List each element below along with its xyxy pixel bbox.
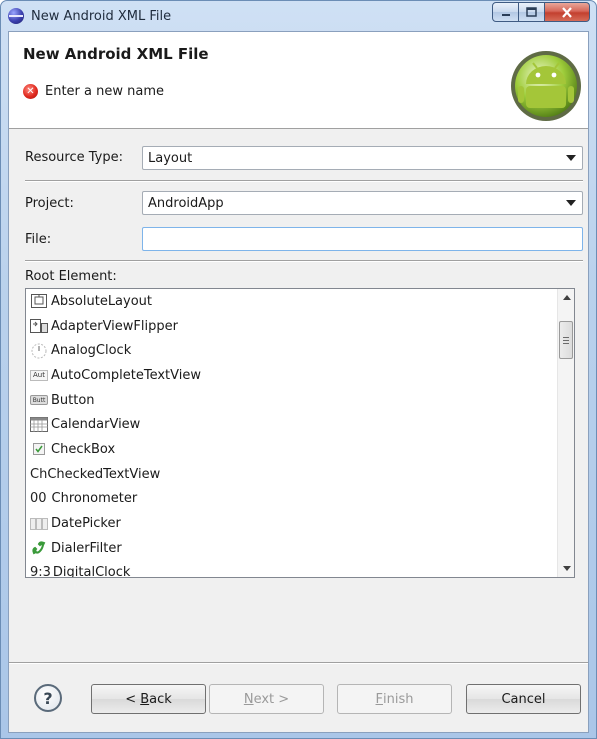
list-item[interactable]: Ch CheckedTextView [26, 462, 554, 487]
dropdown-arrow-icon [566, 155, 576, 161]
close-icon [562, 6, 572, 18]
autocomplete-icon: Aut [30, 369, 48, 381]
list-item[interactable]: DatePicker [26, 511, 554, 536]
list-item[interactable]: CheckBox [26, 437, 554, 462]
file-name-input[interactable] [142, 227, 583, 251]
separator [25, 180, 583, 182]
adapter-view-flipper-icon [30, 318, 48, 334]
resource-type-label: Resource Type: [25, 150, 123, 165]
arrow-down-icon [562, 566, 571, 571]
list-item[interactable]: 9:3 DigitalClock [26, 561, 554, 578]
chronometer-icon: 00 [30, 491, 47, 507]
root-element-row: Root Element: [25, 269, 117, 284]
calendar-icon [30, 417, 48, 433]
cancel-button[interactable]: Cancel [466, 684, 581, 714]
finish-button-suffix: inish [383, 691, 414, 707]
list-item[interactable]: CalendarView [26, 412, 554, 437]
dialog-window: New Android XML File New Android XML Fil… [0, 0, 597, 739]
project-select[interactable]: AndroidApp [142, 191, 583, 215]
file-label: File: [25, 232, 52, 247]
help-button[interactable]: ? [34, 684, 62, 712]
dropdown-arrow-icon [566, 200, 576, 206]
list-item-label: Button [51, 392, 95, 408]
file-row: File: [25, 232, 51, 247]
analog-clock-icon [30, 343, 48, 359]
banner-title: New Android XML File [23, 45, 209, 63]
next-button-suffix: ext > [253, 691, 290, 707]
phone-icon [30, 540, 48, 556]
finish-button-mnemonic: F [375, 691, 383, 707]
resource-type-value: Layout [148, 150, 193, 166]
android-logo [511, 51, 581, 121]
footer-separator [9, 662, 588, 664]
checked-text-icon: Ch [30, 466, 48, 482]
resource-type-select[interactable]: Layout [142, 146, 583, 170]
list-scrollbar[interactable] [557, 289, 574, 577]
date-picker-icon [30, 516, 48, 532]
list-item-label: AnalogClock [51, 343, 132, 359]
maximize-button[interactable] [519, 2, 545, 22]
finish-button[interactable]: Finish [337, 684, 452, 714]
list-item[interactable]: 00 Chronometer [26, 487, 554, 512]
list-item-label: DatePicker [51, 516, 121, 532]
list-item-label: AutoCompleteTextView [51, 367, 201, 383]
window-title: New Android XML File [31, 8, 172, 24]
list-item[interactable]: DialerFilter [26, 536, 554, 561]
scroll-thumb[interactable] [559, 321, 573, 359]
root-element-list[interactable]: AbsoluteLayout AdapterViewFlipper Analog… [25, 288, 575, 578]
eclipse-icon [8, 8, 24, 24]
window-controls [492, 2, 590, 22]
list-item[interactable]: Butt Button [26, 388, 554, 413]
list-item-label: AbsoluteLayout [51, 293, 153, 309]
list-item-label: DialerFilter [51, 540, 122, 556]
project-label: Project: [25, 196, 74, 211]
list-item[interactable]: AnalogClock [26, 338, 554, 363]
back-button-suffix: ack [149, 691, 172, 707]
error-icon: ✕ [23, 84, 38, 99]
next-button[interactable]: Next > [209, 684, 324, 714]
next-button-mnemonic: N [243, 691, 254, 707]
list-item-label: CheckedTextView [47, 466, 161, 482]
banner-message: ✕ Enter a new name [23, 84, 164, 99]
minimize-icon [501, 14, 510, 16]
absolute-layout-icon [30, 293, 48, 309]
close-button[interactable] [545, 2, 590, 22]
list-item-label: CheckBox [51, 441, 116, 457]
project-row: Project: [25, 196, 74, 211]
list-item[interactable]: AdapterViewFlipper [26, 314, 554, 339]
digital-clock-icon: 9:3 [30, 565, 51, 578]
list-item-label: CalendarView [51, 417, 141, 433]
list-item-label: DigitalClock [52, 565, 131, 578]
button-icon: Butt [30, 395, 48, 406]
wizard-banner: New Android XML File ✕ Enter a new name [9, 32, 588, 129]
dialog-body: New Android XML File ✕ Enter a new name [8, 31, 589, 733]
project-value: AndroidApp [148, 195, 224, 211]
resource-type-row: Resource Type: [25, 150, 123, 165]
list-item[interactable]: AbsoluteLayout [26, 289, 554, 314]
separator [25, 260, 583, 262]
scroll-down-button[interactable] [558, 560, 574, 577]
title-bar[interactable]: New Android XML File [1, 1, 596, 31]
list-item-label: AdapterViewFlipper [51, 318, 178, 334]
root-element-label: Root Element: [25, 269, 117, 284]
error-message: Enter a new name [45, 84, 164, 99]
back-button-mnemonic: B [140, 691, 150, 707]
list-item-label: Chronometer [51, 491, 138, 507]
root-element-items: AbsoluteLayout AdapterViewFlipper Analog… [26, 289, 554, 578]
scroll-up-button[interactable] [558, 289, 574, 306]
checkbox-icon [30, 441, 48, 457]
back-button[interactable]: < Back [91, 684, 206, 714]
minimize-button[interactable] [492, 2, 519, 22]
arrow-up-icon [562, 295, 571, 300]
maximize-icon [526, 7, 537, 17]
back-button-prefix: < [125, 691, 141, 707]
list-item[interactable]: Aut AutoCompleteTextView [26, 363, 554, 388]
